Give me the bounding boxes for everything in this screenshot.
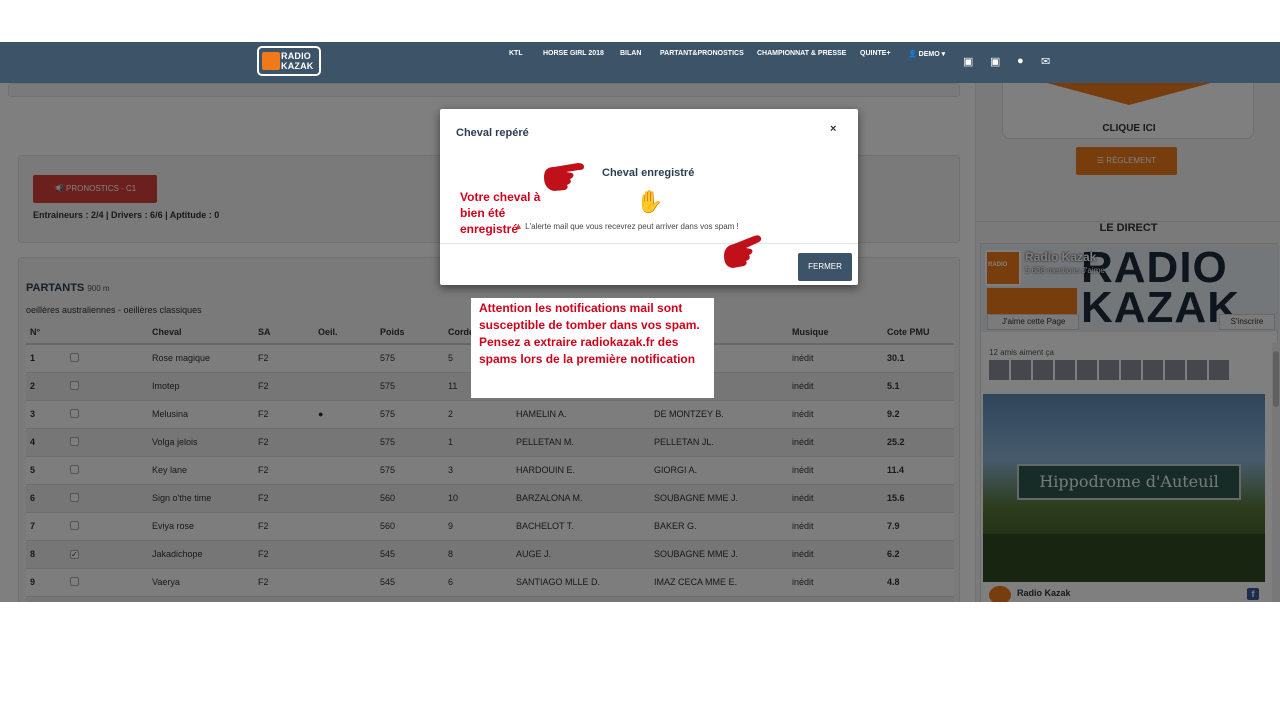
user-label: DEMO: [918, 51, 940, 58]
twitter-icon[interactable]: ▣: [963, 55, 973, 68]
microphone-icon[interactable]: ●: [1017, 55, 1024, 67]
pointing-hand-icon: [544, 163, 584, 191]
navbar: RADIO KAZAK KTL HORSE GIRL 2018 BILAN PA…: [0, 42, 1280, 83]
logo-square-icon: [262, 52, 280, 70]
radio-kazak-logo[interactable]: RADIO KAZAK: [257, 46, 321, 76]
facebook-icon[interactable]: ▣: [990, 55, 1000, 68]
nav-user-menu[interactable]: 👤 DEMO ▾: [908, 50, 945, 58]
modal-divider: [440, 243, 858, 244]
nav-championnat-presse[interactable]: CHAMPIONNAT & PRESSE: [757, 50, 846, 57]
mail-icon[interactable]: ✉: [1041, 55, 1050, 68]
browser-viewport: RADIO KAZAK KTL HORSE GIRL 2018 BILAN PA…: [0, 42, 1280, 602]
hands-icon: ✋: [636, 189, 664, 214]
user-icon: 👤: [908, 51, 917, 58]
annotation-saved: Votre cheval à bien été enregistré: [460, 190, 541, 236]
modal-close-button[interactable]: ×: [830, 123, 836, 135]
pointing-hand-icon: [724, 235, 762, 268]
nav-ktl[interactable]: KTL: [509, 50, 523, 57]
nav-bilan[interactable]: BILAN: [620, 50, 641, 57]
nav-horse-girl[interactable]: HORSE GIRL 2018: [543, 50, 604, 57]
modal-title: Cheval repéré: [456, 127, 529, 139]
fermer-button[interactable]: FERMER: [798, 253, 852, 281]
stage: RADIO KAZAK KTL HORSE GIRL 2018 BILAN PA…: [0, 0, 1280, 720]
caret-down-icon: ▾: [941, 51, 946, 58]
cheval-enregistre-text: Cheval enregistré: [602, 167, 695, 179]
nav-quinte[interactable]: QUINTE+: [860, 50, 891, 57]
nav-partants-pronostics[interactable]: PARTANT&PRONOSTICS: [660, 50, 744, 57]
logo-text: RADIO KAZAK: [281, 51, 314, 71]
annotation-spam-warning: Attention les notifications mail sont su…: [471, 298, 714, 398]
